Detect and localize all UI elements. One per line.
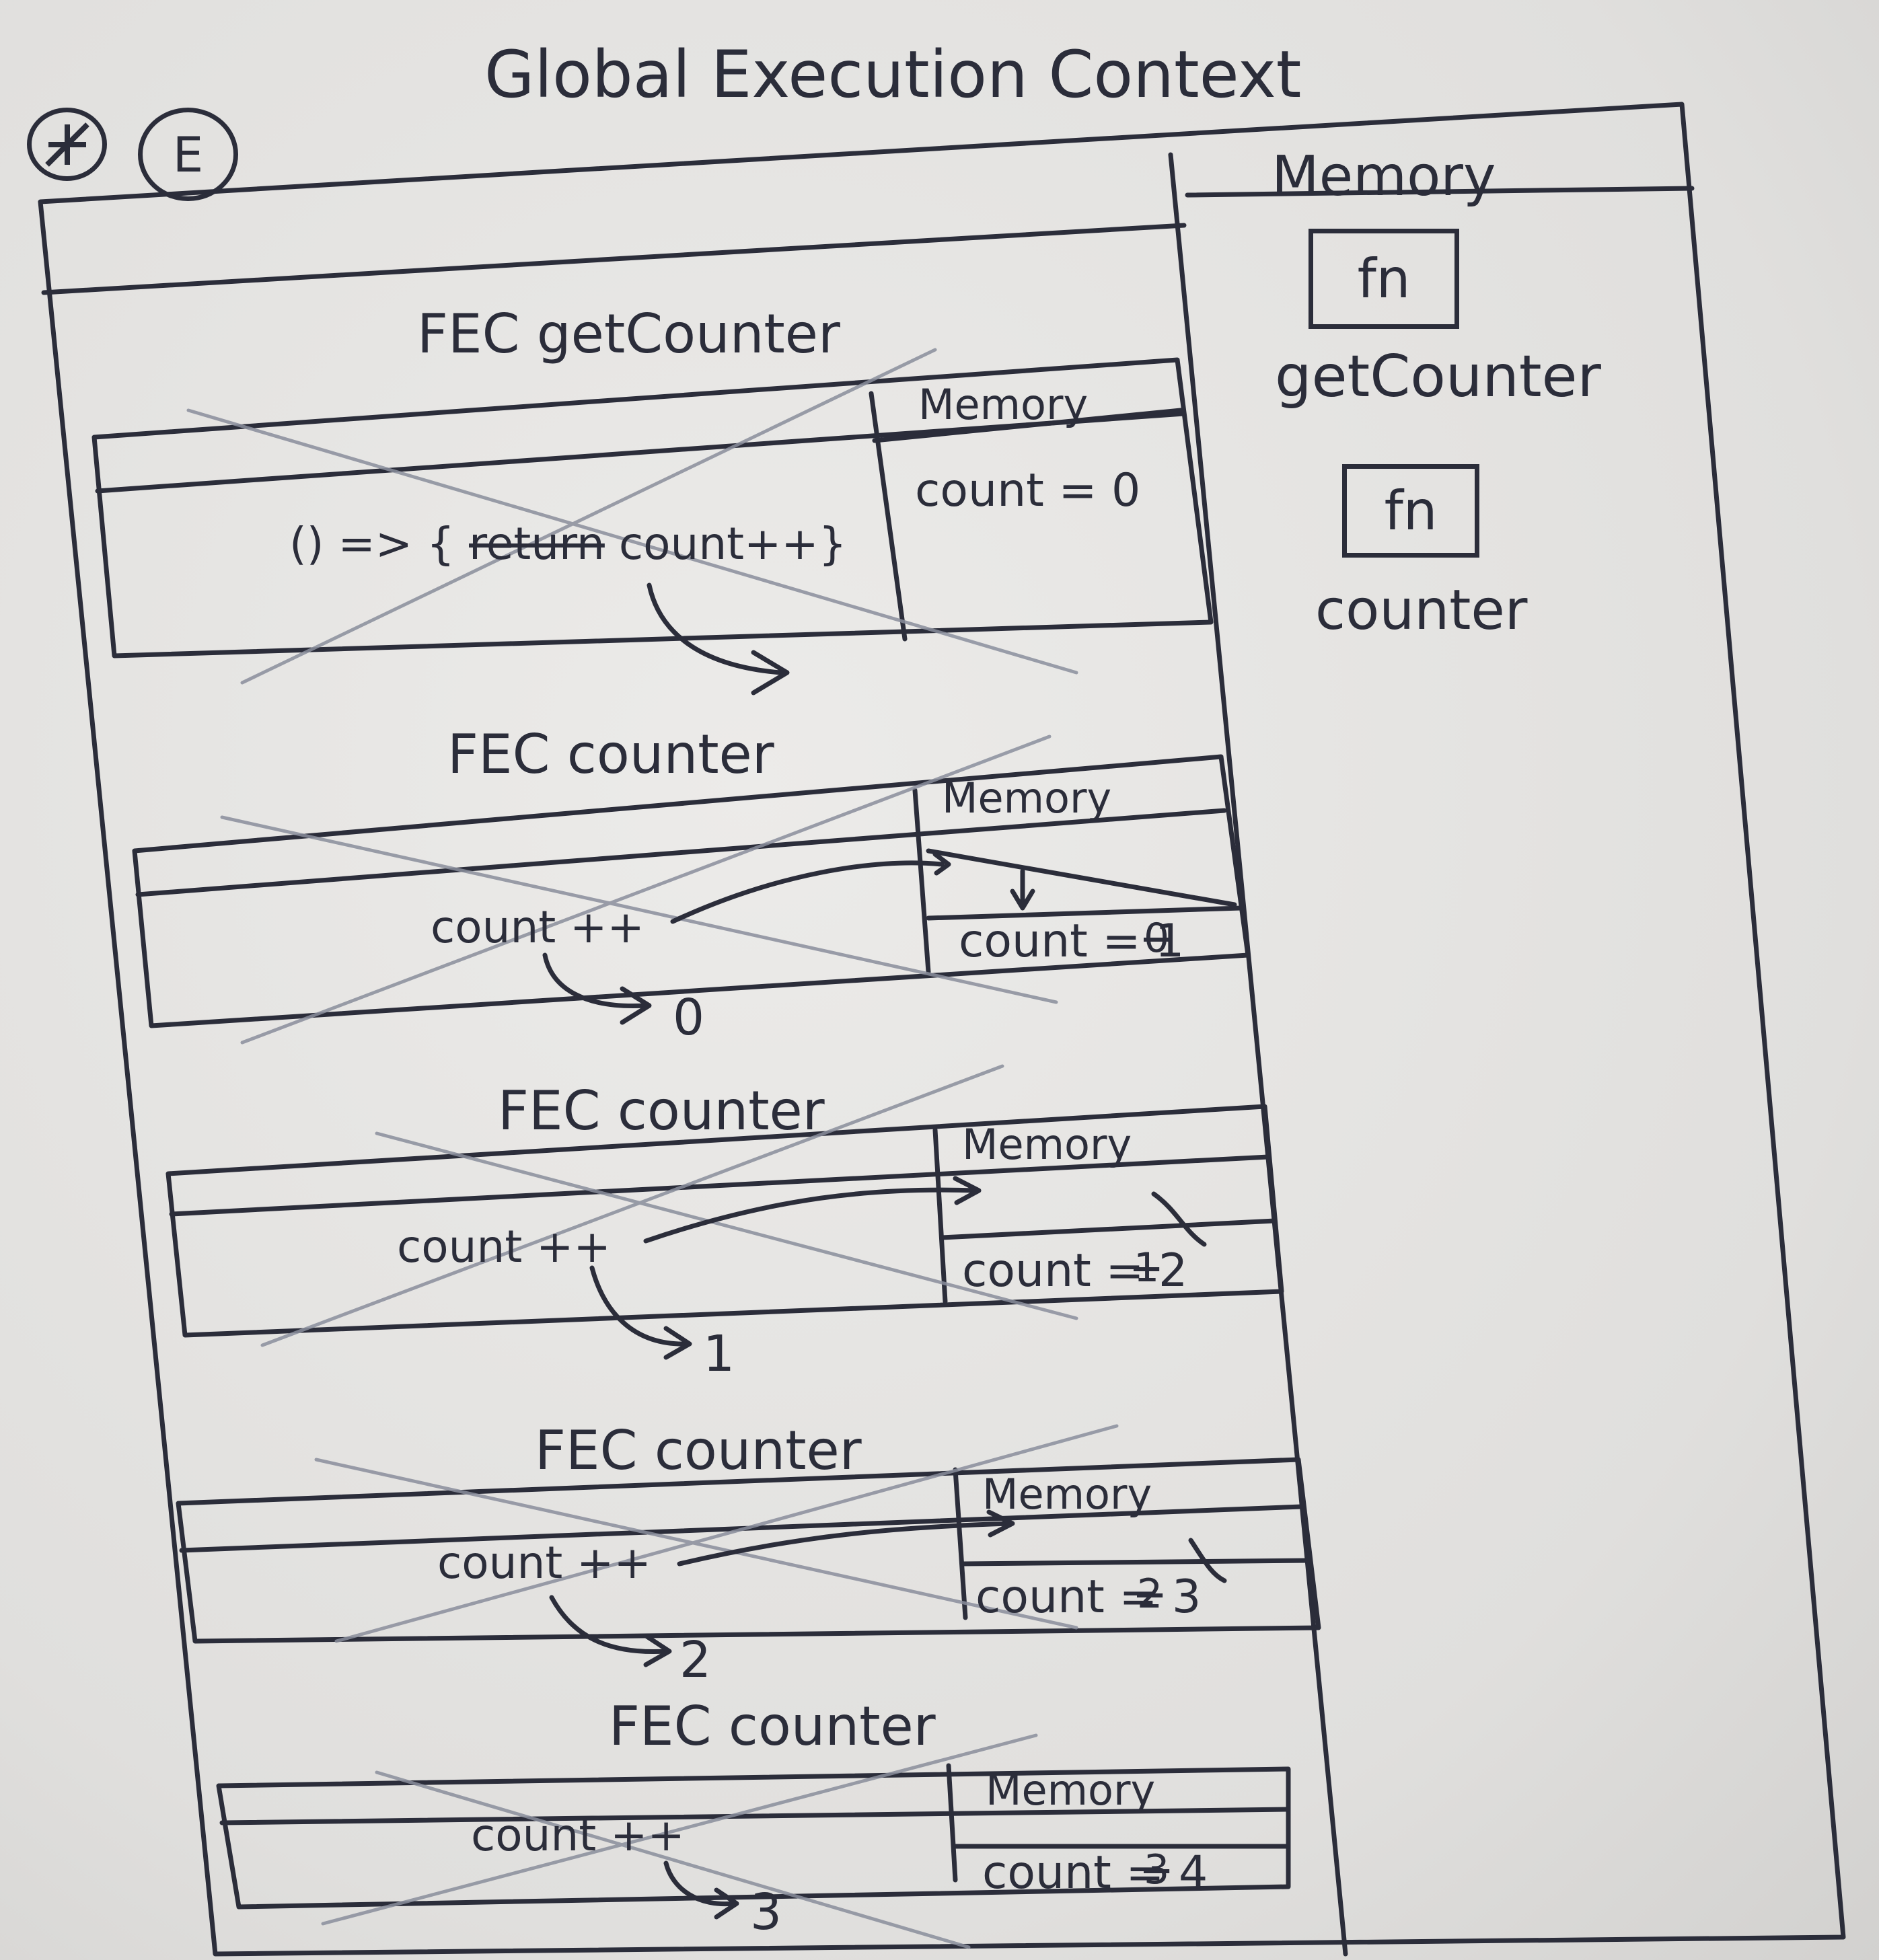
fec-memory-label: Memory — [962, 1120, 1132, 1169]
fec-memory-value: count = 4 — [982, 1846, 1208, 1899]
fec-memory-label: Memory — [942, 774, 1112, 823]
fec-return-value: 2 — [679, 1631, 712, 1689]
fn-box-getcounter: fn — [1309, 229, 1459, 329]
fec-memory-label: Memory — [918, 380, 1089, 429]
diagram-lines — [38, 102, 1846, 1957]
struck-word: return — [469, 518, 605, 570]
fec-memory-value: count = 2 — [962, 1244, 1188, 1297]
fec-memory-value: count = 1 — [959, 915, 1185, 968]
global-memory-entry-getcounter: getCounter — [1275, 343, 1601, 410]
fec-title: FEC counter — [447, 723, 774, 786]
fec-memory-value: count = 0 — [915, 464, 1141, 517]
fec-return-value: 0 — [673, 989, 705, 1047]
fec-code: () => { return count++} — [289, 518, 847, 570]
struck-marker-icon — [27, 108, 107, 181]
fec-code: count ++ — [437, 1537, 651, 1589]
diagram-title: Global Execution Context — [484, 37, 1302, 112]
fec-memory-label: Memory — [986, 1766, 1156, 1815]
fec-code: count ++ — [471, 1809, 685, 1861]
fec-return-value: 1 — [703, 1325, 735, 1383]
fec-code: count ++ — [431, 901, 644, 953]
fec-code: count ++ — [397, 1221, 611, 1273]
fec-title: FEC counter — [498, 1080, 825, 1142]
marker-e: E — [138, 108, 238, 201]
fn-box-counter: fn — [1342, 464, 1479, 558]
fec-code-text: () => { return count++} — [289, 518, 847, 570]
fec-title: FEC getCounter — [417, 303, 840, 365]
fec-title: FEC counter — [609, 1695, 936, 1758]
fec-memory-value: count = 3 — [975, 1571, 1202, 1624]
global-memory-entry-counter: counter — [1315, 578, 1528, 642]
global-memory-label: Memory — [1272, 145, 1496, 209]
fec-return-value: 3 — [750, 1883, 782, 1941]
fec-memory-label: Memory — [982, 1470, 1152, 1519]
fec-title: FEC counter — [535, 1419, 862, 1482]
